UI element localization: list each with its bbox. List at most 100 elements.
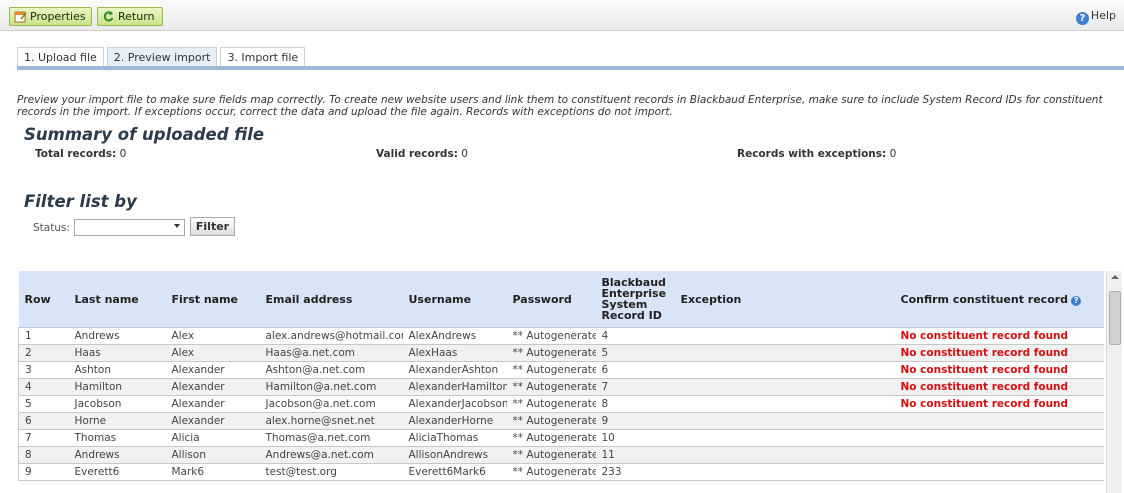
intro-text: Preview your import file to make sure fi… xyxy=(17,94,1103,118)
summary-heading: Summary of uploaded file xyxy=(24,125,265,144)
sysid-header-line-4: Record ID xyxy=(601,309,662,322)
info-icon[interactable]: ? xyxy=(1071,295,1082,306)
cell-username: AlexanderHamilton xyxy=(402,378,507,396)
cell-exception xyxy=(674,327,895,345)
cell-confirm xyxy=(894,412,1104,430)
cell-username: AlexHaas xyxy=(402,344,507,362)
filter-button[interactable]: Filter xyxy=(190,217,235,236)
valid-records: Valid records: 0 xyxy=(376,148,468,160)
col-header-confirm[interactable]: Confirm constituent record? xyxy=(894,271,1104,328)
cell-email: Hamilton@a.net.com xyxy=(259,378,403,396)
cell-first: Alexander xyxy=(165,378,260,396)
cell-row: 6 xyxy=(18,412,69,430)
cell-email: Haas@a.net.com xyxy=(259,344,403,362)
table-row[interactable]: 5 Jacobson Alexander Jacobson@a.net.com Alex… xyxy=(18,395,1104,413)
grid-scrollbar[interactable] xyxy=(1106,271,1122,493)
cell-username: AllisonAndrews xyxy=(402,446,507,464)
exception-records-value: 0 xyxy=(889,148,897,160)
cell-password: ** Autogenerated ** xyxy=(506,446,596,464)
cell-confirm: No constituent record found xyxy=(894,361,1104,379)
exception-records-label: Records with exceptions: xyxy=(737,148,887,160)
table-row[interactable]: 9 Everett6 Mark6 test@test.org Everett6Mark6… xyxy=(18,463,1104,481)
total-records-value: 0 xyxy=(119,148,127,160)
import-preview-grid: Row Last name First name Email address U… xyxy=(18,271,1104,493)
table-row[interactable]: 2 Haas Alex Haas@a.net.com AlexHaas ** Autoge… xyxy=(18,344,1104,362)
cell-row: 8 xyxy=(18,446,69,464)
cell-row: 1 xyxy=(18,327,69,345)
help-icon: ? xyxy=(1075,12,1089,25)
properties-label: Properties xyxy=(30,10,86,23)
col-header-system-record-id[interactable]: Blackbaud Enterprise System Record ID xyxy=(595,271,675,328)
cell-password: ** Autogenerated ** xyxy=(506,361,596,379)
col-header-row[interactable]: Row xyxy=(18,271,69,328)
properties-button[interactable]: Properties xyxy=(9,7,92,26)
cell-last: Jacobson xyxy=(68,395,166,413)
cell-exception xyxy=(674,412,895,430)
cell-email: alex.andrews@hotmail.com xyxy=(259,327,403,345)
cell-email: Andrews@a.net.com xyxy=(259,446,403,464)
tab-upload-file[interactable]: 1. Upload file xyxy=(17,47,104,67)
col-header-password[interactable]: Password xyxy=(506,271,596,328)
cell-confirm xyxy=(894,446,1104,464)
cell-first: Alexander xyxy=(165,412,260,430)
scroll-thumb[interactable] xyxy=(1109,291,1121,345)
cell-confirm xyxy=(894,463,1104,481)
cell-exception xyxy=(674,378,895,396)
col-header-exception[interactable]: Exception xyxy=(674,271,895,328)
cell-confirm: No constituent record found xyxy=(894,378,1104,396)
tab-divider xyxy=(17,66,1124,70)
table-row[interactable]: 7 Thomas Alicia Thomas@a.net.com AliciaThoma… xyxy=(18,429,1104,447)
cell-password: ** Autogenerated ** xyxy=(506,412,596,430)
cell-first: Alexander xyxy=(165,395,260,413)
cell-username: AliciaThomas xyxy=(402,429,507,447)
return-button[interactable]: Return xyxy=(97,7,163,26)
total-records-label: Total records: xyxy=(35,148,117,160)
col-header-email[interactable]: Email address xyxy=(259,271,403,328)
cell-last: Haas xyxy=(68,344,166,362)
cell-first: Alexander xyxy=(165,361,260,379)
toolbar: Properties Return ? Help xyxy=(0,0,1124,31)
cell-username: AlexanderHorne xyxy=(402,412,507,430)
table-row[interactable]: 1 Andrews Alex alex.andrews@hotmail.com Alex… xyxy=(18,327,1104,345)
status-select[interactable] xyxy=(74,219,185,236)
table-row[interactable]: 4 Hamilton Alexander Hamilton@a.net.com Alex… xyxy=(18,378,1104,396)
cell-sysid: 9 xyxy=(595,412,675,430)
cell-row: 2 xyxy=(18,344,69,362)
cell-sysid: 4 xyxy=(595,327,675,345)
cell-last: Ashton xyxy=(68,361,166,379)
cell-last: Horne xyxy=(68,412,166,430)
cell-email: Jacobson@a.net.com xyxy=(259,395,403,413)
cell-sysid: 8 xyxy=(595,395,675,413)
cell-confirm: No constituent record found xyxy=(894,327,1104,345)
cell-exception xyxy=(674,463,895,481)
confirm-header-label: Confirm constituent record xyxy=(900,292,1069,306)
total-records: Total records: 0 xyxy=(35,148,126,160)
cell-email: Ashton@a.net.com xyxy=(259,361,403,379)
col-header-last-name[interactable]: Last name xyxy=(68,271,166,328)
cell-sysid: 11 xyxy=(595,446,675,464)
cell-password: ** Autogenerated ** xyxy=(506,378,596,396)
cell-sysid: 7 xyxy=(595,378,675,396)
cell-password: ** Autogenerated ** xyxy=(506,327,596,345)
import-table: Row Last name First name Email address U… xyxy=(18,271,1104,481)
cell-username: AlexAndrews xyxy=(402,327,507,345)
tab-preview-import[interactable]: 2. Preview import xyxy=(106,47,218,67)
cell-confirm xyxy=(894,429,1104,447)
help-link[interactable]: ? Help xyxy=(1075,9,1116,25)
table-row[interactable]: 8 Andrews Allison Andrews@a.net.com AllisonA… xyxy=(18,446,1104,464)
cell-first: Allison xyxy=(165,446,260,464)
table-row[interactable]: 6 Horne Alexander alex.horne@snet.net Alexan… xyxy=(18,412,1104,430)
table-row[interactable]: 3 Ashton Alexander Ashton@a.net.com Alexande… xyxy=(18,361,1104,379)
cell-confirm: No constituent record found xyxy=(894,395,1104,413)
status-label: Status: xyxy=(33,222,70,234)
tab-import-file[interactable]: 3. Import file xyxy=(220,47,306,67)
table-header-row: Row Last name First name Email address U… xyxy=(18,271,1104,328)
scroll-up-arrow-icon[interactable] xyxy=(1111,275,1119,279)
cell-password: ** Autogenerated ** xyxy=(506,463,596,481)
cell-password: ** Autogenerated ** xyxy=(506,344,596,362)
cell-exception xyxy=(674,446,895,464)
col-header-username[interactable]: Username xyxy=(402,271,507,328)
col-header-first-name[interactable]: First name xyxy=(165,271,260,328)
cell-exception xyxy=(674,361,895,379)
valid-records-label: Valid records: xyxy=(376,148,458,160)
